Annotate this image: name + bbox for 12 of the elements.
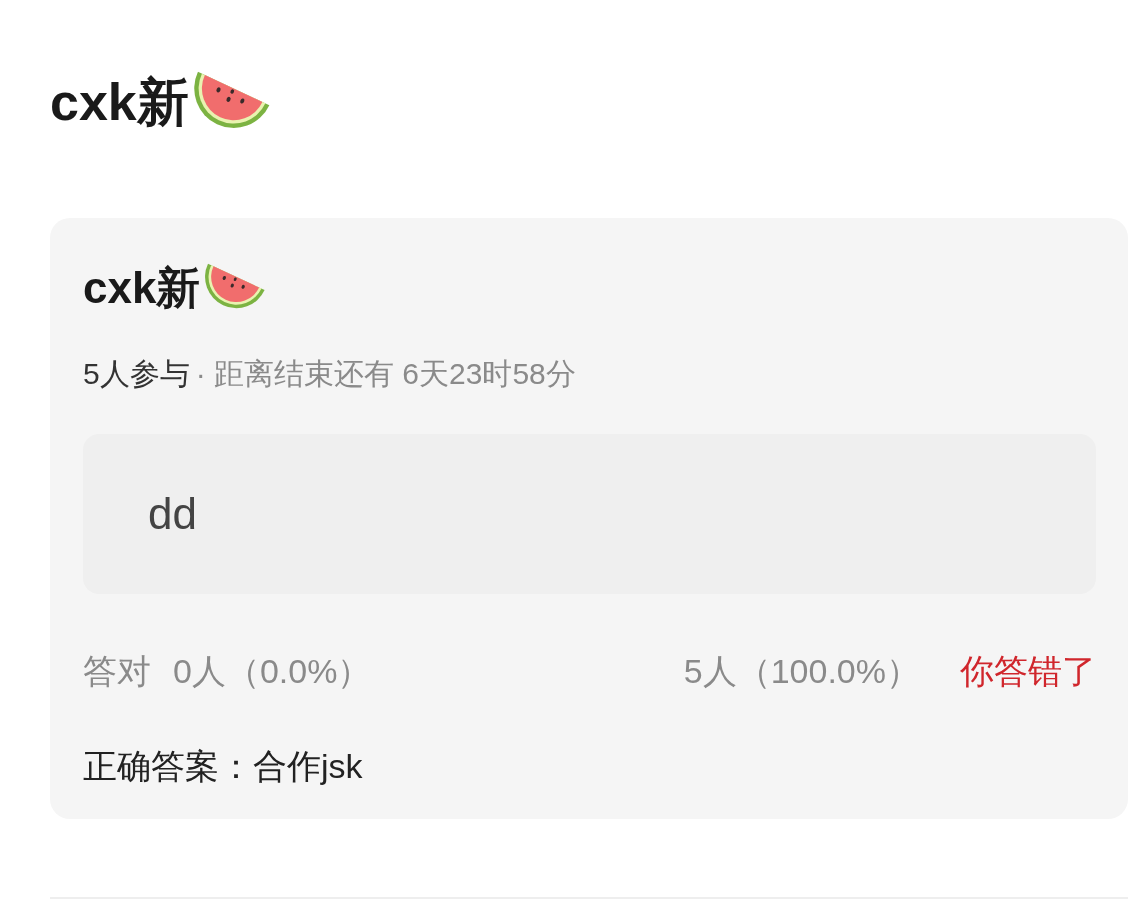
correct-label: 答对 (83, 651, 151, 692)
result-text: 你答错了 (960, 651, 1096, 692)
page-title: cxk新 (50, 73, 189, 133)
countdown-text: · 距离结束还有 6天23时58分 (195, 357, 576, 390)
watermelon-icon (192, 71, 271, 129)
correct-count: 0人（0.0%） (173, 651, 372, 692)
answer-option: dd (83, 434, 1096, 594)
participants-count: 5人参与 (83, 357, 190, 390)
wrong-count: 5人（100.0%） (683, 651, 920, 692)
watermelon-icon (204, 263, 267, 309)
correct-answer-text: 正确答案：合作jsk (83, 746, 364, 787)
poll-title: cxk新 (83, 261, 201, 314)
